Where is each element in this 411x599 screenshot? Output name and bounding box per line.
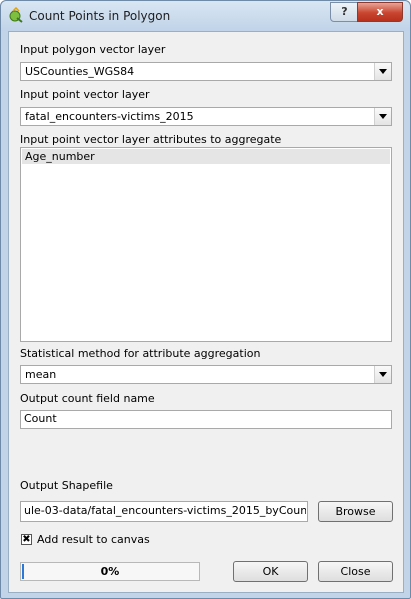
list-item-label: Age_number: [25, 150, 95, 163]
count-field-input-box[interactable]: [20, 410, 392, 429]
list-item[interactable]: Age_number: [22, 149, 390, 164]
add-to-canvas-label: Add result to canvas: [37, 533, 150, 546]
progress-bar: 0%: [20, 562, 200, 581]
title-bar[interactable]: Count Points in Polygon ? x: [1, 1, 410, 31]
dialog-window: Count Points in Polygon ? x Input polygo…: [0, 0, 411, 599]
point-layer-value: fatal_encounters-victims_2015: [25, 110, 194, 123]
stat-method-select[interactable]: mean: [20, 365, 392, 384]
output-label: Output Shapefile: [20, 479, 113, 492]
polygon-layer-value: USCounties_WGS84: [25, 65, 135, 78]
attributes-label: Input point vector layer attributes to a…: [20, 133, 282, 146]
progress-text: 0%: [100, 565, 120, 578]
count-field-input[interactable]: [24, 412, 384, 425]
stat-method-value: mean: [25, 368, 57, 381]
chevron-down-icon[interactable]: [374, 366, 391, 383]
point-layer-select[interactable]: fatal_encounters-victims_2015: [20, 107, 392, 126]
count-field-label: Output count field name: [20, 392, 155, 405]
qgis-icon: [9, 7, 23, 23]
window-close-button[interactable]: x: [357, 2, 403, 22]
polygon-layer-label: Input polygon vector layer: [20, 43, 166, 56]
polygon-layer-select[interactable]: USCounties_WGS84: [20, 62, 392, 81]
attributes-list[interactable]: Age_number: [20, 147, 392, 342]
chevron-down-icon[interactable]: [374, 108, 391, 125]
output-path-box[interactable]: [20, 501, 308, 522]
chevron-down-icon[interactable]: [374, 63, 391, 80]
close-button[interactable]: Close: [318, 561, 393, 582]
add-to-canvas-checkbox[interactable]: ✖: [21, 534, 32, 545]
browse-button[interactable]: Browse: [318, 501, 393, 522]
output-path-input[interactable]: [24, 504, 306, 517]
window-title: Count Points in Polygon: [29, 9, 171, 23]
dialog-body: Input polygon vector layer USCounties_WG…: [8, 31, 404, 593]
help-button[interactable]: ?: [330, 2, 359, 22]
point-layer-label: Input point vector layer: [20, 88, 150, 101]
ok-button[interactable]: OK: [233, 561, 308, 582]
stat-method-label: Statistical method for attribute aggrega…: [20, 347, 261, 360]
